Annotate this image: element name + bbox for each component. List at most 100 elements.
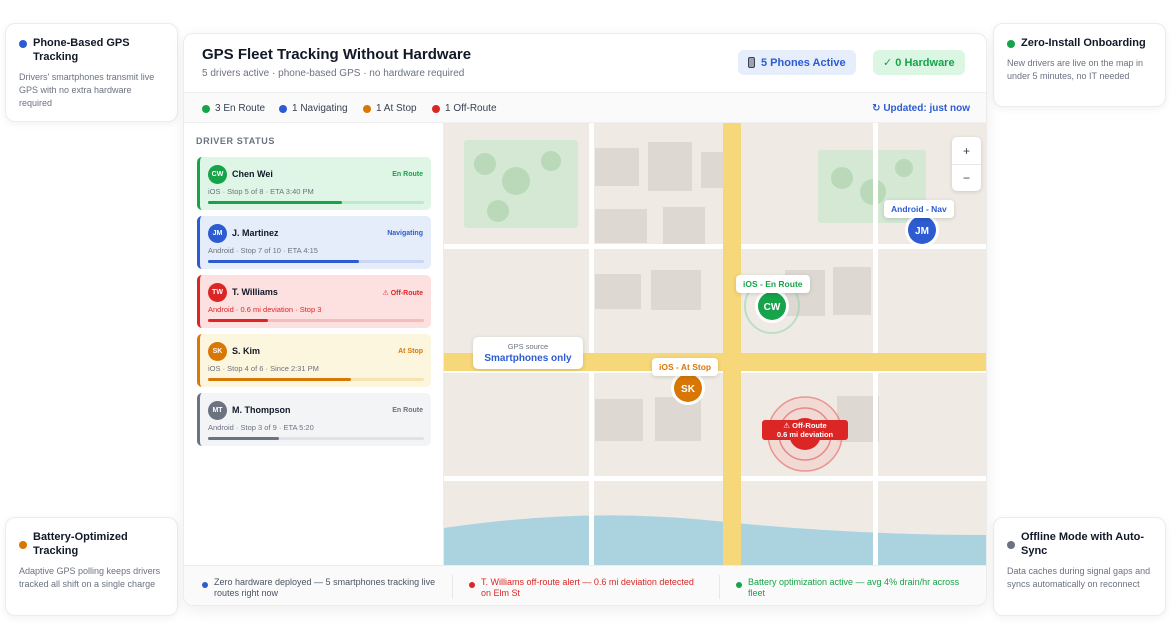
orange-dot-icon	[19, 541, 27, 549]
footer-item-hardware: Zero hardware deployed — 5 smartphones t…	[202, 577, 442, 599]
marker-cw[interactable]: CW	[755, 289, 789, 323]
feature-description: Adaptive GPS polling keeps drivers track…	[19, 566, 161, 589]
feature-card-offline: Offline Mode with Auto-Sync Data caches …	[993, 517, 1166, 616]
driver-name: Chen Wei	[232, 169, 273, 179]
zoom-out-button[interactable]: −	[952, 164, 981, 191]
route-progress-track	[208, 437, 424, 440]
driver-card[interactable]: CW Chen Wei En Route iOS · Stop 5 of 8 · ET…	[197, 157, 431, 210]
status-badge: En Route	[392, 407, 423, 414]
off-route-title: ⚠ Off-Route	[783, 421, 827, 430]
green-dot-icon	[736, 582, 742, 588]
status-badge: ⚠ Off-Route	[382, 290, 424, 297]
red-dot-icon	[432, 104, 440, 113]
driver-name: S. Kim	[232, 346, 261, 356]
sidebar-title: DRIVER STATUS	[196, 136, 275, 146]
driver-card[interactable]: JM J. Martinez Navigating Android · Stop 7 …	[197, 216, 431, 269]
driver-meta: Android · Stop 3 of 9 · ETA 5:20	[208, 423, 314, 432]
activity-footer: Zero hardware deployed — 5 smartphones t…	[184, 565, 986, 605]
route-progress-track	[208, 201, 424, 204]
driver-card[interactable]: SK S. Kim At Stop iOS · Stop 4 of 6 · Since…	[197, 334, 431, 387]
phones-active-badge: 5 Phones Active	[738, 50, 856, 75]
fleet-map[interactable]: JM CW SK + − Android - Nav iOS - En Rout…	[444, 123, 986, 565]
avatar: SK	[208, 342, 227, 361]
status-legend-bar: 3 En Route 1 Navigating 1 At Stop 1 Off-…	[184, 92, 986, 123]
footer-item-alert: T. Williams off-route alert — 0.6 mi dev…	[469, 577, 694, 599]
footer-item-battery: Battery optimization active — avg 4% dra…	[736, 577, 966, 599]
panel-header: GPS Fleet Tracking Without Hardware 5 dr…	[184, 34, 986, 92]
page-title: GPS Fleet Tracking Without Hardware	[202, 46, 472, 63]
marker-initials: CW	[764, 302, 781, 313]
fleet-tracking-panel: GPS Fleet Tracking Without Hardware 5 dr…	[183, 33, 987, 606]
gray-dot-icon	[1007, 541, 1015, 549]
legend-off-route: 1 Off-Route	[432, 103, 497, 114]
divider	[719, 575, 720, 599]
footer-text: Zero hardware deployed — 5 smartphones t…	[214, 577, 436, 598]
phone-icon	[748, 57, 755, 68]
gps-source-label: GPS source	[507, 342, 549, 351]
legend-at-stop: 1 At Stop	[363, 103, 417, 114]
route-progress-track	[208, 319, 424, 322]
route-progress-fill	[208, 437, 280, 440]
driver-status-sidebar: DRIVER STATUS CW Chen Wei En Route iOS · St…	[184, 123, 444, 565]
status-badge: Navigating	[387, 230, 423, 237]
legend-en-route: 3 En Route	[202, 103, 265, 114]
legend-label: 1 At Stop	[376, 103, 417, 114]
driver-name: J. Martinez	[232, 228, 279, 238]
status-badge: At Stop	[398, 348, 423, 355]
driver-card[interactable]: MT M. Thompson En Route Android · Stop 3 of…	[197, 393, 431, 446]
avatar: CW	[208, 165, 227, 184]
marker-sk[interactable]: SK	[671, 371, 705, 405]
off-route-deviation: 0.6 mi deviation	[776, 430, 834, 439]
feature-card-phone-gps: Phone-Based GPS Tracking Drivers' smartp…	[5, 23, 178, 122]
marker-initials: JM	[915, 226, 929, 237]
divider	[452, 575, 453, 599]
footer-text: Battery optimization active — avg 4% dra…	[748, 577, 960, 598]
driver-meta: Android · 0.6 mi deviation · Stop 3	[208, 305, 322, 314]
status-badge: En Route	[392, 171, 423, 178]
marker-initials: SK	[681, 384, 696, 395]
feature-description: Data caches during signal gaps and syncs…	[1007, 566, 1151, 589]
feature-title: Zero-Install Onboarding	[1021, 37, 1146, 49]
route-progress-fill	[208, 260, 360, 263]
red-dot-icon	[469, 582, 475, 588]
gps-source-value: Smartphones only	[484, 353, 572, 364]
route-progress-track	[208, 378, 424, 381]
phones-active-label: 5 Phones Active	[761, 56, 846, 69]
updated-refresh-link[interactable]: ↻ Updated: just now	[872, 103, 970, 114]
feature-card-battery: Battery-Optimized Tracking Adaptive GPS …	[5, 517, 178, 616]
driver-name: M. Thompson	[232, 405, 291, 415]
driver-meta: Android · Stop 7 of 10 · ETA 4:15	[208, 246, 318, 255]
blue-dot-icon	[19, 40, 27, 48]
avatar: TW	[208, 283, 227, 302]
green-dot-icon	[1007, 40, 1015, 48]
green-dot-icon	[202, 104, 210, 113]
legend-label: 1 Off-Route	[445, 103, 497, 114]
water-area	[444, 515, 986, 565]
gps-source-callout: GPS source Smartphones only	[473, 337, 583, 369]
driver-name: T. Williams	[232, 287, 278, 297]
marker-label-jm: Android - Nav	[884, 200, 954, 218]
feature-title: Battery-Optimized Tracking	[33, 531, 128, 557]
orange-dot-icon	[363, 104, 371, 113]
marker-jm[interactable]: JM	[905, 213, 939, 247]
marker-label-cw: iOS - En Route	[736, 275, 810, 293]
page-subtitle: 5 drivers active · phone-based GPS · no …	[202, 68, 465, 79]
marker-label-sk: iOS - At Stop	[652, 358, 719, 376]
hardware-label: ✓ 0 Hardware	[883, 57, 955, 69]
footer-text: T. Williams off-route alert — 0.6 mi dev…	[481, 577, 694, 598]
feature-card-zero-install: Zero-Install Onboarding New drivers are …	[993, 23, 1166, 107]
route-progress-track	[208, 260, 424, 263]
main-street-vertical	[723, 123, 741, 565]
driver-meta: iOS · Stop 5 of 8 · ETA 3:40 PM	[208, 187, 314, 196]
off-route-alert-tag[interactable]: ⚠ Off-Route 0.6 mi deviation	[762, 420, 848, 440]
feature-description: Drivers' smartphones transmit live GPS w…	[19, 72, 155, 108]
zoom-in-button[interactable]: +	[952, 137, 981, 164]
blue-dot-icon	[279, 104, 287, 113]
route-progress-fill	[208, 201, 342, 204]
legend-label: 3 En Route	[215, 103, 266, 114]
avatar: JM	[208, 224, 227, 243]
page: Phone-Based GPS Tracking Drivers' smartp…	[0, 0, 1170, 640]
legend-label: 1 Navigating	[292, 103, 348, 114]
driver-card[interactable]: TW T. Williams ⚠ Off-Route Android · 0.6 mi…	[197, 275, 431, 328]
feature-description: New drivers are live on the map in under…	[1007, 58, 1144, 81]
